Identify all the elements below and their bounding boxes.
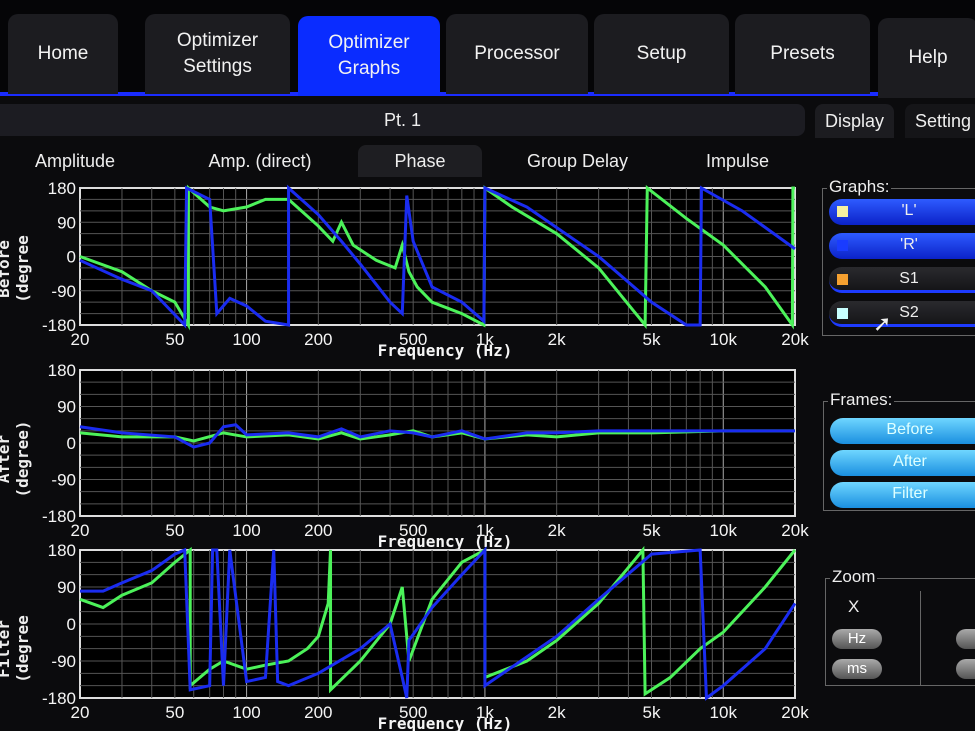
mouse-cursor-icon: ➚ xyxy=(873,311,892,336)
y-tick-label: 90 xyxy=(57,213,76,232)
x-tick-label: 50 xyxy=(165,330,184,349)
y-tick-label: 180 xyxy=(48,179,76,198)
x-tick-label: 5k xyxy=(643,330,661,349)
x-tick-label: 100 xyxy=(232,521,260,540)
y-tick-label: 90 xyxy=(57,578,76,597)
x-tick-label: 2k xyxy=(548,330,566,349)
x-tick-label: 200 xyxy=(304,521,332,540)
x-tick-label: 200 xyxy=(304,703,332,722)
zoom-ms-button[interactable]: ms xyxy=(832,659,882,679)
zoom-hz-button[interactable]: Hz xyxy=(832,629,882,649)
y-tick-label: -90 xyxy=(51,471,76,490)
x-tick-label: 5k xyxy=(643,521,661,540)
x-tick-label: 100 xyxy=(232,703,260,722)
x-tick-label: 2k xyxy=(548,521,566,540)
color-swatch xyxy=(837,206,848,217)
y-tick-label: 180 xyxy=(48,361,76,380)
x-tick-label: 10k xyxy=(710,703,738,722)
tab-help[interactable]: Help xyxy=(878,18,975,98)
x-tick-label: 200 xyxy=(304,330,332,349)
graph-label: S1 xyxy=(899,270,919,287)
graph-toggle-s1[interactable]: S1 xyxy=(829,267,975,293)
graphs-panel: Graphs: 'L' 'R' S1 S2 ➚ xyxy=(822,177,975,336)
x-axis-label: Frequency (Hz) xyxy=(378,341,513,360)
zoom-panel: Zoom X Hz ms xyxy=(825,567,975,686)
x-axis-label: Frequency (Hz) xyxy=(378,714,513,731)
frames-panel: Frames: Before After Filter xyxy=(823,390,975,511)
graph-label: 'L' xyxy=(901,202,917,219)
x-tick-label: 50 xyxy=(165,521,184,540)
x-tick-label: 20k xyxy=(781,703,809,722)
zoom-label: Zoom xyxy=(830,567,878,587)
x-tick-label: 20 xyxy=(71,330,90,349)
y-tick-label: 180 xyxy=(48,541,76,560)
y-tick-label: -90 xyxy=(51,652,76,671)
y-tick-label: -90 xyxy=(51,282,76,301)
x-tick-label: 20k xyxy=(781,521,809,540)
x-tick-label: 50 xyxy=(165,703,184,722)
zoom-y-button-1[interactable] xyxy=(956,629,975,649)
color-swatch xyxy=(837,240,848,251)
graph-toggle-l[interactable]: 'L' xyxy=(829,199,975,225)
frame-before-button[interactable]: Before xyxy=(830,418,975,444)
x-tick-label: 10k xyxy=(710,330,738,349)
x-axis-label: Frequency (Hz) xyxy=(378,532,513,551)
y-tick-label: 0 xyxy=(67,248,76,267)
tab-setting[interactable]: Setting xyxy=(905,104,975,138)
frames-label: Frames: xyxy=(828,390,895,410)
y-tick-label: 0 xyxy=(67,434,76,453)
graph-label: S2 xyxy=(899,304,919,321)
frame-filter-button[interactable]: Filter xyxy=(830,482,975,508)
graph-toggle-r[interactable]: 'R' xyxy=(829,233,975,259)
graphs-label: Graphs: xyxy=(827,177,892,197)
tab-display[interactable]: Display xyxy=(815,104,895,138)
zoom-y-button-2[interactable] xyxy=(956,659,975,679)
color-swatch xyxy=(837,274,848,285)
graph-toggle-s2[interactable]: S2 xyxy=(829,301,975,327)
x-tick-label: 10k xyxy=(710,521,738,540)
divider xyxy=(920,591,921,685)
y-tick-label: 0 xyxy=(67,615,76,634)
x-tick-label: 100 xyxy=(232,330,260,349)
frame-after-button[interactable]: After xyxy=(830,450,975,476)
x-tick-label: 20 xyxy=(71,521,90,540)
color-swatch xyxy=(837,308,848,319)
graph-label: 'R' xyxy=(900,236,918,253)
x-tick-label: 2k xyxy=(548,703,566,722)
phase-charts: 180900-90-18020 50 100 200 500 1k 2k 5k 10k 20kFr… xyxy=(42,179,809,731)
x-tick-label: 20 xyxy=(71,703,90,722)
y-tick-label: 90 xyxy=(57,398,76,417)
zoom-axis-x: X xyxy=(848,597,860,616)
x-tick-label: 5k xyxy=(643,703,661,722)
x-tick-label: 20k xyxy=(781,330,809,349)
